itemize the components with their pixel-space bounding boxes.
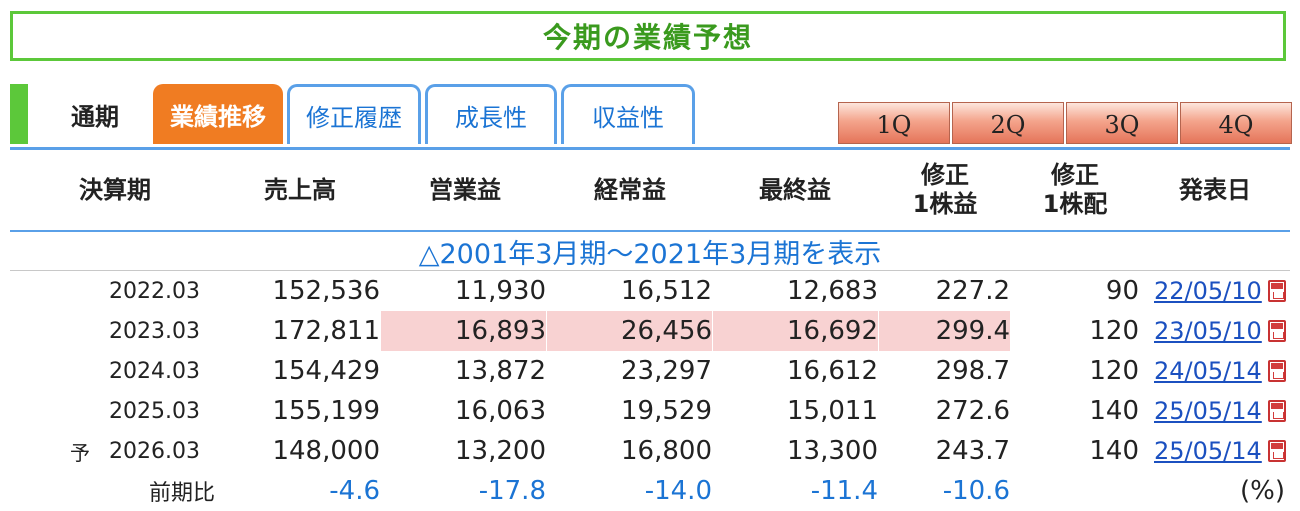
table-row: 2025.03 155,199 16,063 19,529 15,011 272… [0,391,1300,431]
tab-revision-history[interactable]: 修正履歴 [287,84,421,144]
section-title: 今期の業績予想 [10,11,1286,61]
header-period: 決算期 [79,175,151,204]
comparison-ordinary: -14.0 [644,476,712,506]
header-dps-line1: 修正 [1051,161,1099,189]
pdf-icon[interactable] [1268,440,1286,462]
announce-date-link[interactable]: 22/05/10 [1154,277,1262,305]
table-row: 2023.03 172,811 16,893 26,456 16,692 299… [0,311,1300,351]
cell-operating: 16,893 [381,311,546,351]
cell-ordinary: 16,512 [621,276,712,306]
cell-eps: 298.7 [935,356,1010,386]
header-net-profit: 最終益 [759,175,831,204]
cell-operating: 11,930 [455,276,546,306]
cell-sales: 148,000 [272,436,380,466]
comparison-sales: -4.6 [329,476,380,506]
cell-eps: 299.4 [879,311,1010,351]
header-announce-date: 発表日 [1179,175,1251,204]
tab-performance-trend[interactable]: 業績推移 [153,84,283,144]
cell-period: 2025.03 [109,398,200,424]
quarter-button-1q[interactable]: 1Q [838,102,950,144]
cell-date: 25/05/14 [1154,431,1266,471]
cell-date: 22/05/10 [1154,271,1266,311]
cell-net: 16,612 [787,356,878,386]
cell-period: 2023.03 [109,318,200,344]
header-ordinary-profit: 経常益 [594,175,666,204]
cell-sales: 172,811 [272,316,380,346]
cell-sales: 152,536 [272,276,380,306]
comparison-eps: -10.6 [942,476,1010,506]
cell-dps: 90 [1105,276,1139,306]
comparison-row: 前期比 -4.6 -17.8 -14.0 -11.4 -10.6 (%) [0,471,1300,511]
tab-marker [10,84,28,144]
quarter-button-2q[interactable]: 2Q [952,102,1064,144]
pdf-icon[interactable] [1268,280,1286,302]
tab-profitability[interactable]: 収益性 [561,84,695,144]
cell-period: 2022.03 [109,278,200,304]
table-row: 2024.03 154,429 13,872 23,297 16,612 298… [0,351,1300,391]
comparison-unit: (%) [1240,476,1285,506]
header-sales: 売上高 [264,175,336,204]
cell-sales: 155,199 [272,396,380,426]
cell-dps: 120 [1089,316,1139,346]
cell-net: 13,300 [787,436,878,466]
comparison-label: 前期比 [148,481,215,506]
cell-period: 2026.03 [109,438,200,464]
tab-annual: 通期 [71,102,119,131]
announce-date-link[interactable]: 25/05/14 [1154,437,1262,465]
cell-dps: 120 [1089,356,1139,386]
cell-operating: 13,200 [455,436,546,466]
announce-date-link[interactable]: 25/05/14 [1154,397,1262,425]
cell-date: 23/05/10 [1154,311,1266,351]
announce-date-link[interactable]: 23/05/10 [1154,317,1262,345]
cell-operating: 13,872 [455,356,546,386]
cell-operating: 16,063 [455,396,546,426]
history-expand-link[interactable]: △2001年3月期～2021年3月期を表示 [10,232,1290,270]
quarter-button-3q[interactable]: 3Q [1066,102,1178,144]
announce-date-link[interactable]: 24/05/14 [1154,357,1262,385]
cell-net: 16,692 [713,311,878,351]
comparison-net: -11.4 [810,476,878,506]
cell-net: 15,011 [787,396,878,426]
tab-growth[interactable]: 成長性 [425,84,557,144]
cell-ordinary: 16,800 [621,436,712,466]
quarter-button-4q[interactable]: 4Q [1180,102,1292,144]
header-dps-line2: 1株配 [1042,190,1108,218]
cell-eps: 272.6 [935,396,1010,426]
pdf-icon[interactable] [1268,360,1286,382]
tab-bar: 通期 業績推移 修正履歴 成長性 収益性 1Q 2Q 3Q 4Q [10,84,1292,148]
cell-ordinary: 26,456 [547,311,712,351]
pdf-icon[interactable] [1268,400,1286,422]
cell-eps: 227.2 [935,276,1010,306]
cell-ordinary: 19,529 [621,396,712,426]
cell-period: 2024.03 [109,358,200,384]
quarter-buttons: 1Q 2Q 3Q 4Q [838,102,1294,144]
cell-date: 24/05/14 [1154,351,1266,391]
header-eps: 修正 1株益 [890,150,1000,230]
cell-net: 12,683 [787,276,878,306]
header-eps-line2: 1株益 [912,190,978,218]
cell-dps: 140 [1089,436,1139,466]
cell-eps: 243.7 [935,436,1010,466]
cell-ordinary: 23,297 [621,356,712,386]
cell-date: 25/05/14 [1154,391,1266,431]
pdf-icon[interactable] [1268,320,1286,342]
header-eps-line1: 修正 [921,161,969,189]
cell-dps: 140 [1089,396,1139,426]
header-operating-profit: 営業益 [429,175,501,204]
cell-sales: 154,429 [272,356,380,386]
table-row: 予 2026.03 148,000 13,200 16,800 13,300 2… [0,431,1300,471]
table-row: 2022.03 152,536 11,930 16,512 12,683 227… [0,271,1300,311]
comparison-operating: -17.8 [478,476,546,506]
header-dps: 修正 1株配 [1020,150,1130,230]
